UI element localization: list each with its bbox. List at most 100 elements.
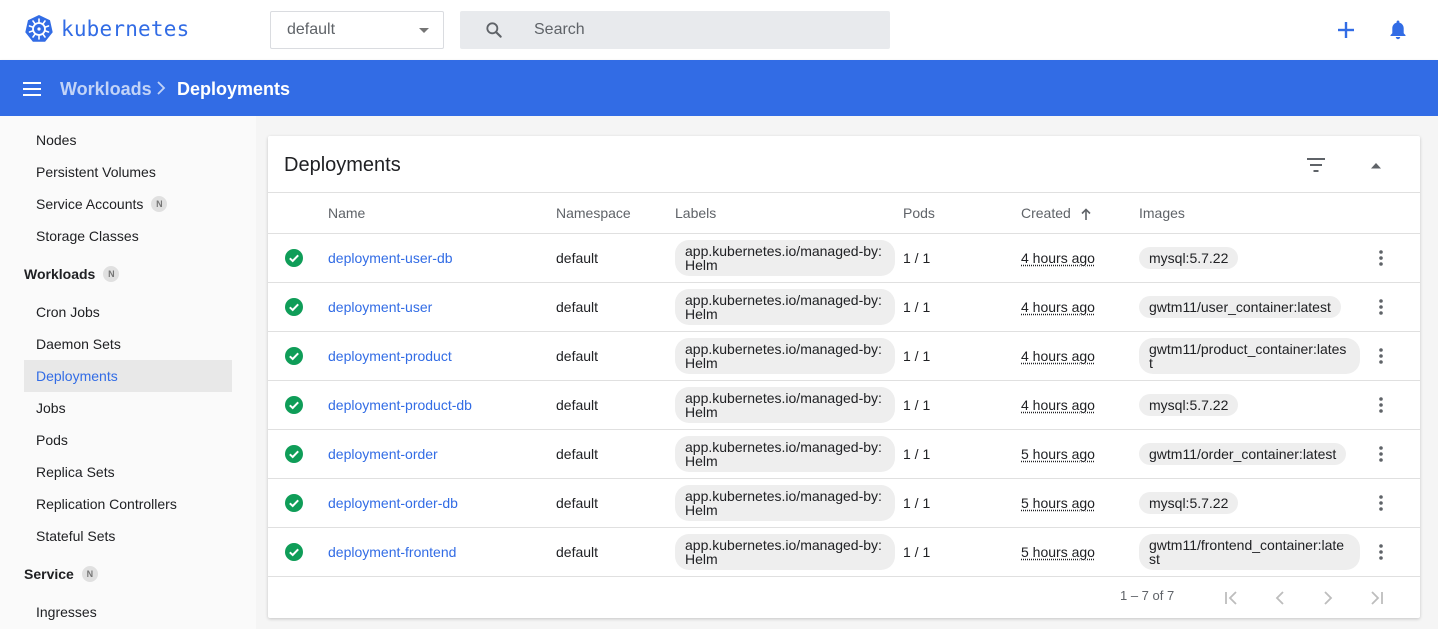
labels-cell: app.kubernetes.io/managed-by: Helm [675, 429, 903, 479]
next-page-button[interactable] [1316, 586, 1340, 610]
deployment-name-link[interactable]: deployment-order [328, 446, 438, 462]
sidebar-item-jobs[interactable]: Jobs [24, 392, 232, 424]
header-name[interactable]: Name [328, 193, 556, 234]
sidebar-item-storage-classes[interactable]: Storage Classes [24, 220, 232, 252]
more-vert-icon[interactable] [1379, 298, 1383, 315]
sidebar-item-persistent-volumes[interactable]: Persistent Volumes [24, 156, 232, 188]
created-time: 4 hours ago [1021, 298, 1095, 315]
hamburger-menu-icon[interactable] [23, 82, 41, 96]
more-vert-icon[interactable] [1379, 249, 1383, 266]
last-page-icon [1371, 591, 1383, 605]
created-cell: 4 hours ago [1021, 331, 1139, 381]
sidebar-item-daemon-sets[interactable]: Daemon Sets [24, 328, 232, 360]
created-time: 5 hours ago [1021, 543, 1095, 560]
more-vert-icon[interactable] [1379, 347, 1383, 364]
deployment-name-link[interactable]: deployment-user-db [328, 250, 453, 266]
more-vert-icon[interactable] [1379, 396, 1383, 413]
sidebar-item-pods[interactable]: Pods [24, 424, 232, 456]
namespace-select[interactable]: default [270, 11, 444, 49]
name-cell: deployment-frontend [328, 527, 556, 577]
deployment-name-link[interactable]: deployment-product [328, 348, 452, 364]
created-cell: 4 hours ago [1021, 282, 1139, 332]
deployment-name-link[interactable]: deployment-product-db [328, 397, 472, 413]
create-resource-plus-icon[interactable] [1336, 20, 1356, 40]
header-labels: Labels [675, 193, 903, 234]
table-row[interactable]: deployment-user default app.kubernetes.io/… [268, 282, 1420, 332]
sidebar-item-service-accounts[interactable]: Service Accounts N [24, 188, 232, 220]
sidebar-section-workloads[interactable]: Workloads N [24, 258, 120, 290]
collapse-arrow-icon[interactable] [1370, 162, 1382, 169]
namespaced-badge: N [103, 266, 120, 282]
table-row[interactable]: deployment-user-db default app.kubernetes.… [268, 233, 1420, 283]
images-cell: gwtm11/frontend_container:latest [1139, 527, 1370, 577]
deployment-name-link[interactable]: deployment-user [328, 299, 432, 315]
sidebar-section-service[interactable]: Service N [24, 558, 98, 590]
last-page-button[interactable] [1364, 586, 1388, 610]
header-actions [1370, 193, 1420, 234]
table-row[interactable]: deployment-order-db default app.kubernetes… [268, 478, 1420, 528]
sidebar-item-cron-jobs[interactable]: Cron Jobs [24, 296, 232, 328]
label-chip: app.kubernetes.io/managed-by: Helm [675, 386, 895, 423]
sidebar-item-replication-controllers[interactable]: Replication Controllers [24, 488, 232, 520]
sidebar-item-ingresses[interactable]: Ingresses [24, 596, 232, 628]
kubernetes-logo[interactable]: kubernetes [24, 14, 189, 44]
table-row[interactable]: deployment-product default app.kubernetes.… [268, 331, 1420, 381]
deployments-card: Deployments Name Namespace Labels Pods C… [268, 136, 1420, 618]
actions-cell [1370, 380, 1420, 430]
sidebar-item-nodes[interactable]: Nodes [24, 124, 232, 156]
first-page-icon [1225, 591, 1237, 605]
previous-page-button[interactable] [1268, 586, 1292, 610]
namespace-cell: default [556, 331, 675, 381]
more-vert-icon[interactable] [1379, 494, 1383, 511]
namespace-cell: default [556, 527, 675, 577]
deployment-name-link[interactable]: deployment-order-db [328, 495, 458, 511]
created-cell: 4 hours ago [1021, 380, 1139, 430]
pods-cell: 1 / 1 [903, 429, 1021, 479]
name-cell: deployment-product-db [328, 380, 556, 430]
namespace-cell: default [556, 478, 675, 528]
sidebar-item-stateful-sets[interactable]: Stateful Sets [24, 520, 232, 552]
deployment-name-link[interactable]: deployment-frontend [328, 544, 456, 560]
table-row[interactable]: deployment-order default app.kubernetes.io… [268, 429, 1420, 479]
images-cell: mysql:5.7.22 [1139, 233, 1370, 283]
search-input[interactable]: Search [534, 21, 585, 39]
first-page-button[interactable] [1220, 586, 1244, 610]
status-cell [268, 331, 328, 381]
top-bar: kubernetes default Search [0, 0, 1438, 60]
label-chip: app.kubernetes.io/managed-by: Helm [675, 484, 895, 521]
created-cell: 5 hours ago [1021, 429, 1139, 479]
header-created[interactable]: Created [1021, 193, 1139, 234]
search-bar[interactable]: Search [460, 11, 890, 49]
filter-icon[interactable] [1306, 158, 1326, 172]
labels-cell: app.kubernetes.io/managed-by: Helm [675, 331, 903, 381]
pods-cell: 1 / 1 [903, 233, 1021, 283]
namespace-cell: default [556, 380, 675, 430]
more-vert-icon[interactable] [1379, 445, 1383, 462]
sidebar-item-deployments[interactable]: Deployments [24, 360, 232, 392]
chevron-right-icon [157, 81, 166, 95]
images-cell: gwtm11/order_container:latest [1139, 429, 1370, 479]
name-cell: deployment-order [328, 429, 556, 479]
check-circle-icon [285, 297, 303, 316]
images-cell: gwtm11/user_container:latest [1139, 282, 1370, 332]
header-images: Images [1139, 193, 1370, 234]
images-cell: gwtm11/product_container:latest [1139, 331, 1370, 381]
sidebar-item-replica-sets[interactable]: Replica Sets [24, 456, 232, 488]
breadcrumb-workloads[interactable]: Workloads [60, 79, 152, 100]
pods-cell: 1 / 1 [903, 380, 1021, 430]
created-time: 4 hours ago [1021, 396, 1095, 413]
name-cell: deployment-user [328, 282, 556, 332]
notifications-bell-icon[interactable] [1388, 19, 1408, 41]
table-row[interactable]: deployment-frontend default app.kubernetes… [268, 527, 1420, 577]
deployments-table: Name Namespace Labels Pods Created Image… [268, 193, 1420, 577]
name-cell: deployment-user-db [328, 233, 556, 283]
pods-cell: 1 / 1 [903, 527, 1021, 577]
labels-cell: app.kubernetes.io/managed-by: Helm [675, 380, 903, 430]
pods-cell: 1 / 1 [903, 478, 1021, 528]
created-time: 4 hours ago [1021, 347, 1095, 364]
table-row[interactable]: deployment-product-db default app.kubernet… [268, 380, 1420, 430]
label-chip: app.kubernetes.io/managed-by: Helm [675, 533, 895, 570]
more-vert-icon[interactable] [1379, 543, 1383, 560]
header-namespace[interactable]: Namespace [556, 193, 675, 234]
kubernetes-wheel-icon [25, 15, 53, 42]
